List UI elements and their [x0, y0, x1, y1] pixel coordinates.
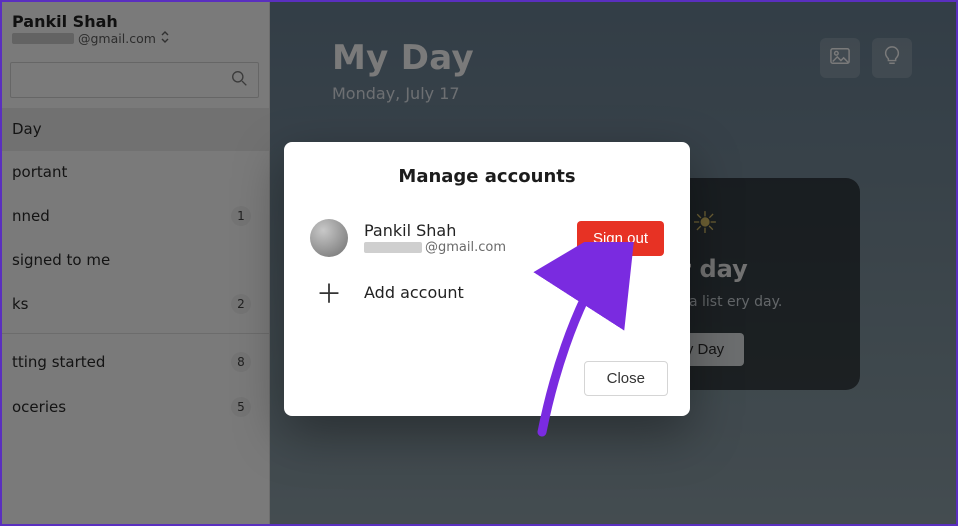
manage-accounts-dialog: Manage accounts Pankil Shah @gmail.com S…	[284, 142, 690, 416]
redacted-email-local	[364, 242, 422, 253]
add-account-row[interactable]: ＋ Add account	[306, 265, 668, 319]
add-account-label: Add account	[364, 283, 464, 302]
dialog-title: Manage accounts	[306, 166, 668, 187]
avatar	[310, 219, 348, 257]
sign-out-button[interactable]: Sign out	[577, 221, 664, 256]
account-row: Pankil Shah @gmail.com Sign out	[306, 211, 668, 265]
account-row-email: @gmail.com	[364, 240, 561, 255]
close-button[interactable]: Close	[584, 361, 668, 396]
account-row-name: Pankil Shah	[364, 221, 561, 240]
plus-icon: ＋	[310, 273, 348, 311]
